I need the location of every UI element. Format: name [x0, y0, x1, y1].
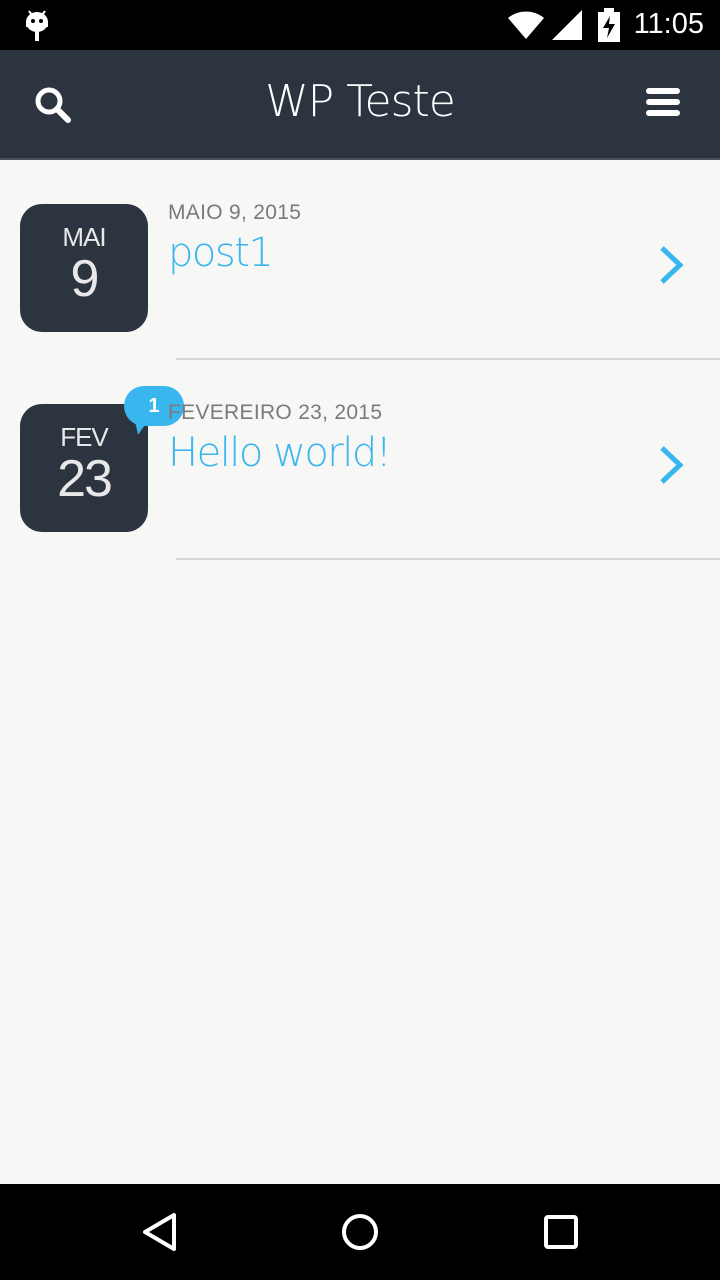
status-time: 11:05	[633, 8, 704, 40]
date-day: 9	[70, 250, 100, 308]
post-title[interactable]: Hello world!	[168, 430, 392, 476]
chevron-right-icon[interactable]	[658, 445, 684, 485]
post-list-item[interactable]: FEV 23 1 FEVEREIRO 23, 2015 Hello world!	[0, 360, 720, 560]
battery-charging-icon	[598, 8, 620, 42]
post-date: MAIO 9, 2015	[168, 201, 302, 224]
navigation-bar	[0, 1184, 720, 1280]
divider	[176, 558, 720, 560]
post-date: FEVEREIRO 23, 2015	[168, 401, 383, 424]
status-bar: 11:05	[0, 0, 720, 50]
post-list-item[interactable]: MAI 9 MAIO 9, 2015 post1	[0, 160, 720, 360]
date-badge: MAI 9	[20, 204, 148, 332]
post-title[interactable]: post1	[168, 230, 274, 276]
menu-icon[interactable]	[646, 88, 682, 120]
app-bar: WP Teste	[0, 50, 720, 160]
signal-icon	[552, 10, 582, 40]
home-icon[interactable]	[340, 1212, 380, 1252]
date-day: 23	[57, 450, 113, 508]
date-month: MAI	[62, 222, 106, 252]
android-icon	[26, 10, 48, 41]
page-title: WP Teste	[265, 76, 456, 127]
date-badge: FEV 23 1	[20, 386, 184, 532]
back-icon[interactable]	[140, 1212, 180, 1252]
chevron-right-icon[interactable]	[658, 245, 684, 285]
recents-icon[interactable]	[541, 1212, 581, 1252]
wifi-icon	[508, 11, 544, 40]
